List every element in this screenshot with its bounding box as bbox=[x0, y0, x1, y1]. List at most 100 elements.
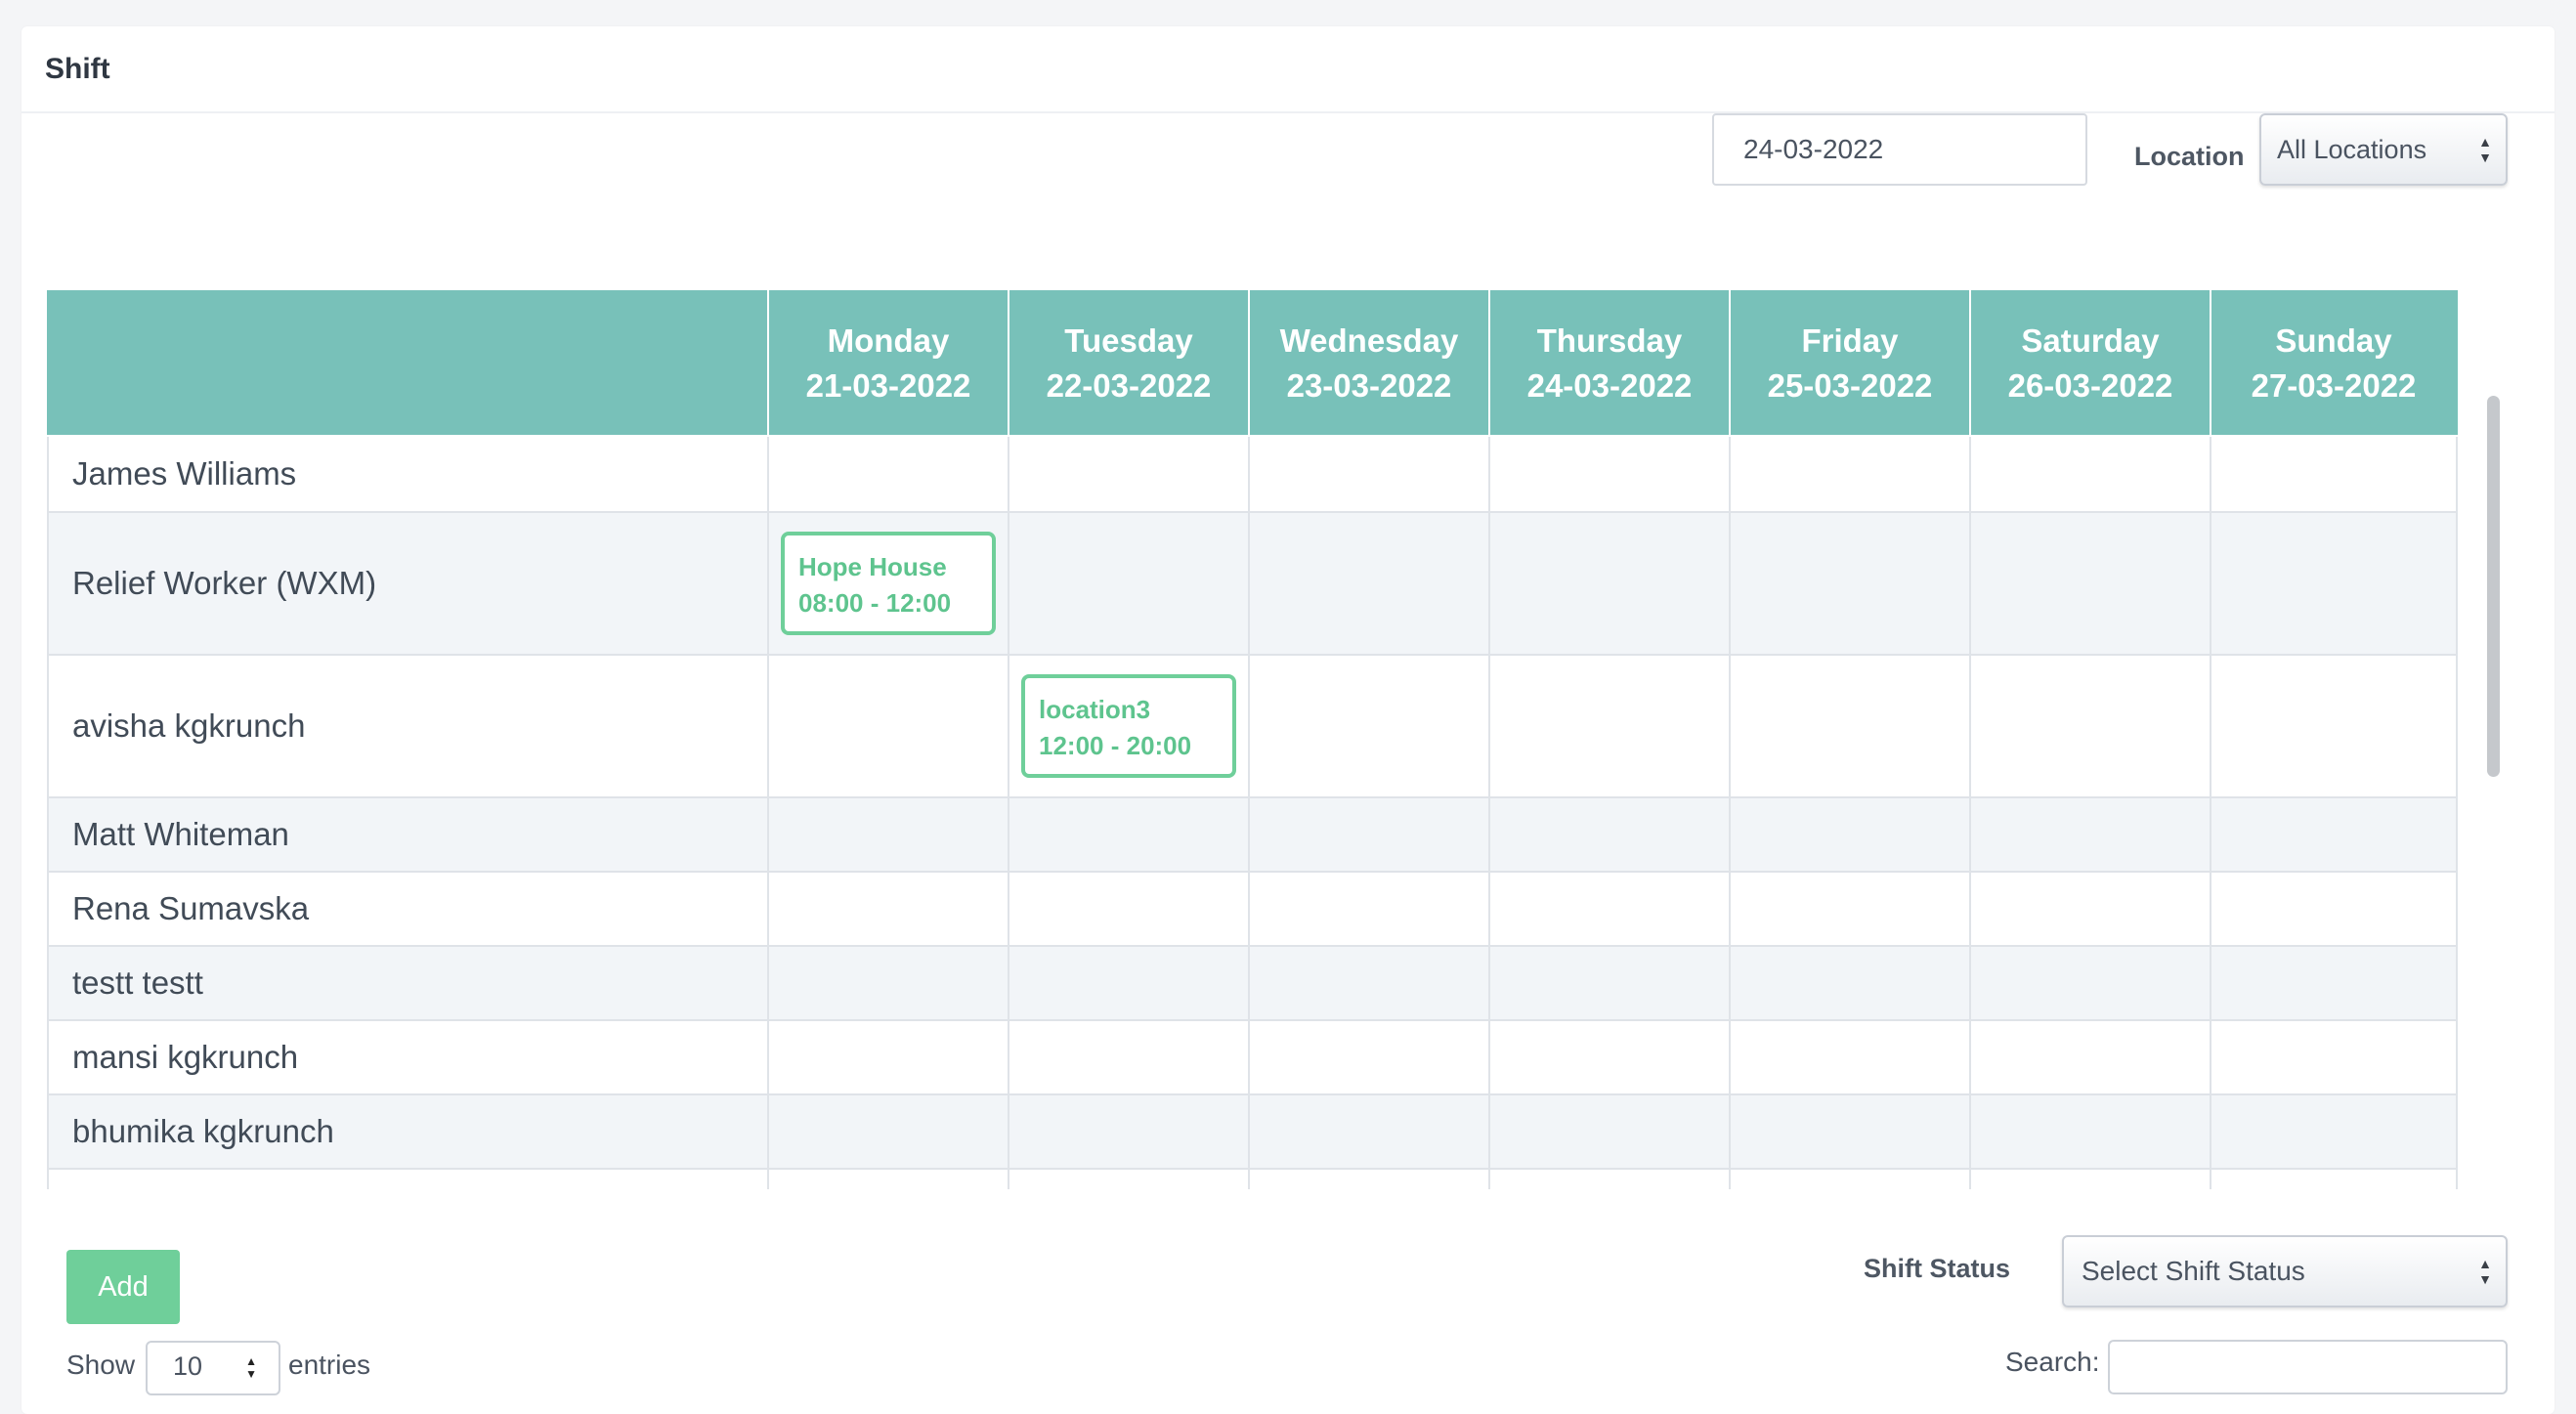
day-cell[interactable] bbox=[1248, 1019, 1490, 1095]
day-cell[interactable] bbox=[1008, 871, 1250, 947]
day-cell[interactable] bbox=[2210, 654, 2458, 798]
day-cell[interactable] bbox=[1969, 654, 2211, 798]
day-header-wednesday: Wednesday 23-03-2022 bbox=[1248, 290, 1490, 437]
day-cell[interactable] bbox=[1008, 1019, 1250, 1095]
day-cell[interactable] bbox=[1248, 435, 1490, 513]
table-scrollbar[interactable] bbox=[2482, 290, 2504, 1189]
day-cell[interactable] bbox=[767, 945, 1009, 1021]
table-row: Relief Worker (WXM) Hope House 08:00 - 1… bbox=[47, 511, 2458, 656]
table-row: Matt Whiteman bbox=[47, 796, 2458, 873]
day-cell[interactable] bbox=[1008, 435, 1250, 513]
day-header-thursday: Thursday 24-03-2022 bbox=[1488, 290, 1731, 437]
entries-per-page-value: 10 bbox=[173, 1351, 203, 1381]
day-cell[interactable] bbox=[2210, 1093, 2458, 1170]
day-cell[interactable] bbox=[1969, 945, 2211, 1021]
day-cell[interactable] bbox=[1248, 796, 1490, 873]
table-row: mansi kgkrunch bbox=[47, 1019, 2458, 1095]
day-cell[interactable] bbox=[1488, 871, 1731, 947]
day-cell[interactable] bbox=[1488, 435, 1731, 513]
day-cell[interactable]: Hope House 08:00 - 12:00 bbox=[767, 511, 1009, 656]
day-cell[interactable] bbox=[767, 1093, 1009, 1170]
shift-location: Hope House bbox=[798, 552, 947, 581]
up-down-caret-icon: ▲ ▼ bbox=[2478, 1256, 2492, 1287]
entries-label: entries bbox=[288, 1350, 371, 1380]
shift-time: 08:00 - 12:00 bbox=[798, 588, 952, 618]
day-cell[interactable] bbox=[1729, 654, 1971, 798]
day-cell[interactable] bbox=[1488, 945, 1731, 1021]
day-cell[interactable] bbox=[1248, 871, 1490, 947]
day-cell[interactable] bbox=[1729, 435, 1971, 513]
day-cell[interactable] bbox=[1248, 654, 1490, 798]
table-row: bhumika kgkrunch bbox=[47, 1093, 2458, 1170]
day-cell[interactable] bbox=[2210, 511, 2458, 656]
day-cell[interactable] bbox=[1969, 511, 2211, 656]
day-cell[interactable] bbox=[1969, 1019, 2211, 1095]
table-row: Rena Sumavska bbox=[47, 871, 2458, 947]
location-select[interactable]: All Locations ▲ ▼ bbox=[2259, 113, 2508, 186]
day-cell[interactable] bbox=[1008, 511, 1250, 656]
shift-chip[interactable]: Hope House 08:00 - 12:00 bbox=[781, 532, 996, 635]
shift-chip[interactable]: location3 12:00 - 20:00 bbox=[1021, 674, 1236, 778]
table-row: testt testt bbox=[47, 945, 2458, 1021]
day-cell[interactable] bbox=[2210, 1168, 2458, 1189]
day-cell[interactable] bbox=[1729, 945, 1971, 1021]
date-picker-input[interactable]: 24-03-2022 bbox=[1712, 113, 2087, 186]
day-cell[interactable] bbox=[2210, 435, 2458, 513]
add-button[interactable]: Add bbox=[66, 1250, 180, 1324]
search-label: Search: bbox=[2005, 1347, 2100, 1377]
day-cell[interactable] bbox=[767, 796, 1009, 873]
day-header-saturday: Saturday 26-03-2022 bbox=[1969, 290, 2211, 437]
day-cell[interactable] bbox=[1729, 511, 1971, 656]
day-cell[interactable] bbox=[1008, 1093, 1250, 1170]
day-cell[interactable] bbox=[1729, 796, 1971, 873]
scrollbar-thumb[interactable] bbox=[2487, 396, 2500, 777]
day-cell[interactable] bbox=[767, 654, 1009, 798]
day-cell[interactable] bbox=[767, 871, 1009, 947]
shift-status-label: Shift Status bbox=[1864, 1254, 2011, 1283]
day-header-friday: Friday 25-03-2022 bbox=[1729, 290, 1971, 437]
day-cell[interactable] bbox=[1969, 796, 2211, 873]
schedule-table: Monday 21-03-2022 Tuesday 22-03-2022 Wedne… bbox=[47, 290, 2458, 1189]
day-cell[interactable] bbox=[1488, 1093, 1731, 1170]
employee-name: mansi kgkrunch bbox=[47, 1019, 769, 1095]
search-input[interactable] bbox=[2108, 1340, 2508, 1394]
day-cell[interactable] bbox=[1969, 435, 2211, 513]
card-header: Shift bbox=[21, 26, 2555, 113]
shift-status-select[interactable]: Select Shift Status ▲ ▼ bbox=[2062, 1235, 2508, 1307]
day-cell[interactable] bbox=[1729, 1168, 1971, 1189]
day-cell[interactable] bbox=[1248, 1093, 1490, 1170]
employee-name: Matt Whiteman bbox=[47, 796, 769, 873]
day-cell[interactable] bbox=[1008, 1168, 1250, 1189]
day-cell[interactable] bbox=[1248, 945, 1490, 1021]
entries-per-page-select[interactable]: 10 ▲ ▼ bbox=[146, 1341, 280, 1395]
day-cell[interactable] bbox=[1248, 511, 1490, 656]
employee-column-header bbox=[47, 290, 769, 437]
day-cell[interactable] bbox=[1729, 1019, 1971, 1095]
day-cell[interactable] bbox=[1488, 654, 1731, 798]
day-cell[interactable] bbox=[1729, 1093, 1971, 1170]
day-cell[interactable] bbox=[2210, 1019, 2458, 1095]
day-cell[interactable] bbox=[1969, 871, 2211, 947]
day-cell[interactable] bbox=[2210, 945, 2458, 1021]
day-cell[interactable] bbox=[2210, 796, 2458, 873]
shift-location: location3 bbox=[1039, 695, 1151, 724]
day-cell[interactable] bbox=[1008, 945, 1250, 1021]
day-cell[interactable] bbox=[1488, 1168, 1731, 1189]
day-cell[interactable] bbox=[1969, 1168, 2211, 1189]
day-header-monday: Monday 21-03-2022 bbox=[767, 290, 1009, 437]
day-cell[interactable] bbox=[1488, 1019, 1731, 1095]
day-cell[interactable] bbox=[1488, 511, 1731, 656]
day-cell[interactable] bbox=[767, 435, 1009, 513]
up-down-caret-icon: ▲ ▼ bbox=[245, 1354, 257, 1381]
show-label: Show bbox=[66, 1350, 136, 1380]
day-cell[interactable] bbox=[1488, 796, 1731, 873]
day-cell[interactable] bbox=[1248, 1168, 1490, 1189]
employee-name: James Williams bbox=[47, 435, 769, 513]
day-cell[interactable] bbox=[767, 1019, 1009, 1095]
day-cell[interactable] bbox=[767, 1168, 1009, 1189]
day-cell[interactable] bbox=[1729, 871, 1971, 947]
day-cell[interactable]: location3 12:00 - 20:00 bbox=[1008, 654, 1250, 798]
day-cell[interactable] bbox=[2210, 871, 2458, 947]
day-cell[interactable] bbox=[1008, 796, 1250, 873]
day-cell[interactable] bbox=[1969, 1093, 2211, 1170]
